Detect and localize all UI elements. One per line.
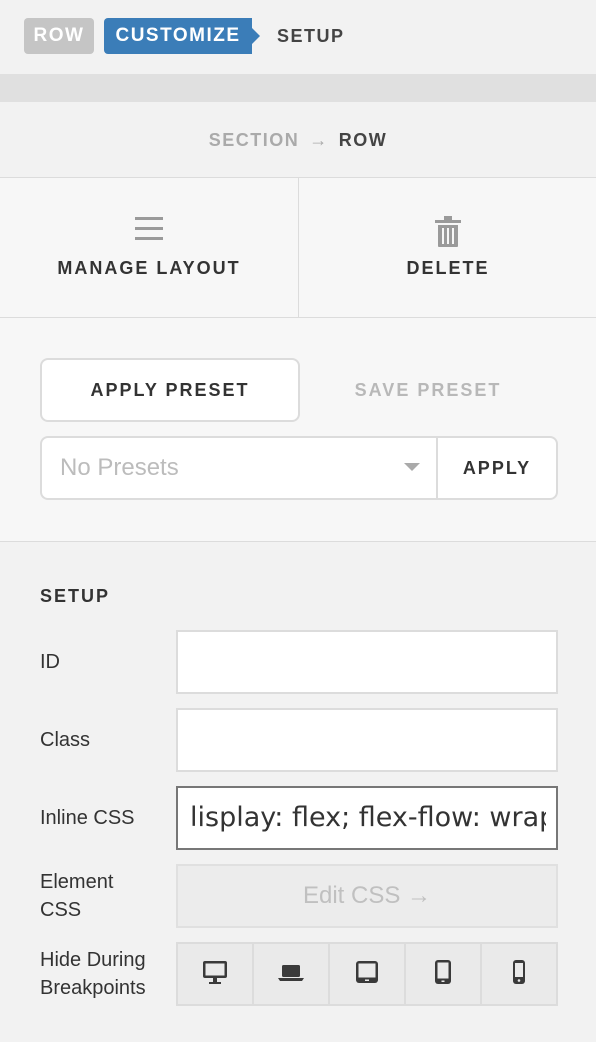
class-label: Class — [40, 729, 91, 751]
breakpoint-tablet-portrait-toggle[interactable] — [406, 944, 482, 1004]
breakpoint-desktop-toggle[interactable] — [178, 944, 254, 1004]
manage-layout-button[interactable]: MANAGE LAYOUT — [0, 178, 299, 317]
desktop-icon — [201, 958, 229, 991]
action-grid: MANAGE LAYOUT DELETE — [0, 178, 596, 318]
hamburger-icon — [134, 216, 164, 247]
preset-select-value: No Presets — [60, 454, 179, 481]
class-input[interactable] — [176, 708, 558, 772]
inline-css-input[interactable]: lisplay: flex; flex-flow: wrap — [176, 786, 558, 850]
element-css-label-line2: CSS — [40, 899, 82, 921]
presets-panel: APPLY PRESET SAVE PRESET No Presets APPL… — [0, 318, 596, 542]
inline-css-value: lisplay: flex; flex-flow: wrap — [190, 802, 546, 833]
hide-breakpoints-label-line2: Breakpoints — [40, 977, 146, 999]
tablet-portrait-icon — [429, 958, 457, 991]
path-row-label: ROW — [338, 130, 388, 150]
apply-preset-tab[interactable]: APPLY PRESET — [40, 358, 300, 422]
laptop-icon — [277, 958, 305, 991]
breakpoint-tablet-landscape-toggle[interactable] — [330, 944, 406, 1004]
setup-title: SETUP — [40, 586, 111, 606]
setup-crumb: SETUP — [277, 26, 345, 46]
path-section-link[interactable]: SECTION — [209, 130, 300, 150]
chevron-down-icon — [404, 463, 420, 471]
delete-label: DELETE — [406, 258, 490, 278]
breakpoint-laptop-toggle[interactable] — [254, 944, 330, 1004]
phone-icon — [505, 958, 533, 991]
preset-select[interactable]: No Presets — [40, 436, 438, 500]
top-breadcrumb: ROW CUSTOMIZE SETUP — [0, 0, 596, 74]
element-css-label-line1: Element — [40, 871, 114, 893]
path-arrow: → — [309, 130, 329, 150]
setup-panel: SETUP ID Class Inline CSS lisplay: flex;… — [0, 542, 596, 1042]
save-preset-tab[interactable]: SAVE PRESET — [300, 358, 556, 422]
breakpoint-toggle-group — [176, 942, 558, 1006]
row-badge[interactable]: ROW — [24, 18, 94, 54]
element-path: SECTION → ROW — [0, 102, 596, 178]
customize-badge[interactable]: CUSTOMIZE — [104, 18, 260, 54]
manage-layout-label: MANAGE LAYOUT — [57, 258, 241, 278]
divider-band — [0, 74, 596, 102]
id-input[interactable] — [176, 630, 558, 694]
trash-icon — [434, 216, 462, 253]
breakpoint-phone-toggle[interactable] — [482, 944, 556, 1004]
hide-breakpoints-label-line1: Hide During — [40, 949, 146, 971]
delete-button[interactable]: DELETE — [300, 178, 596, 317]
inline-css-label: Inline CSS — [40, 807, 135, 829]
id-label: ID — [40, 651, 60, 673]
tablet-landscape-icon — [353, 958, 381, 991]
apply-button[interactable]: APPLY — [436, 436, 558, 500]
edit-css-button[interactable]: Edit CSS → — [176, 864, 558, 928]
